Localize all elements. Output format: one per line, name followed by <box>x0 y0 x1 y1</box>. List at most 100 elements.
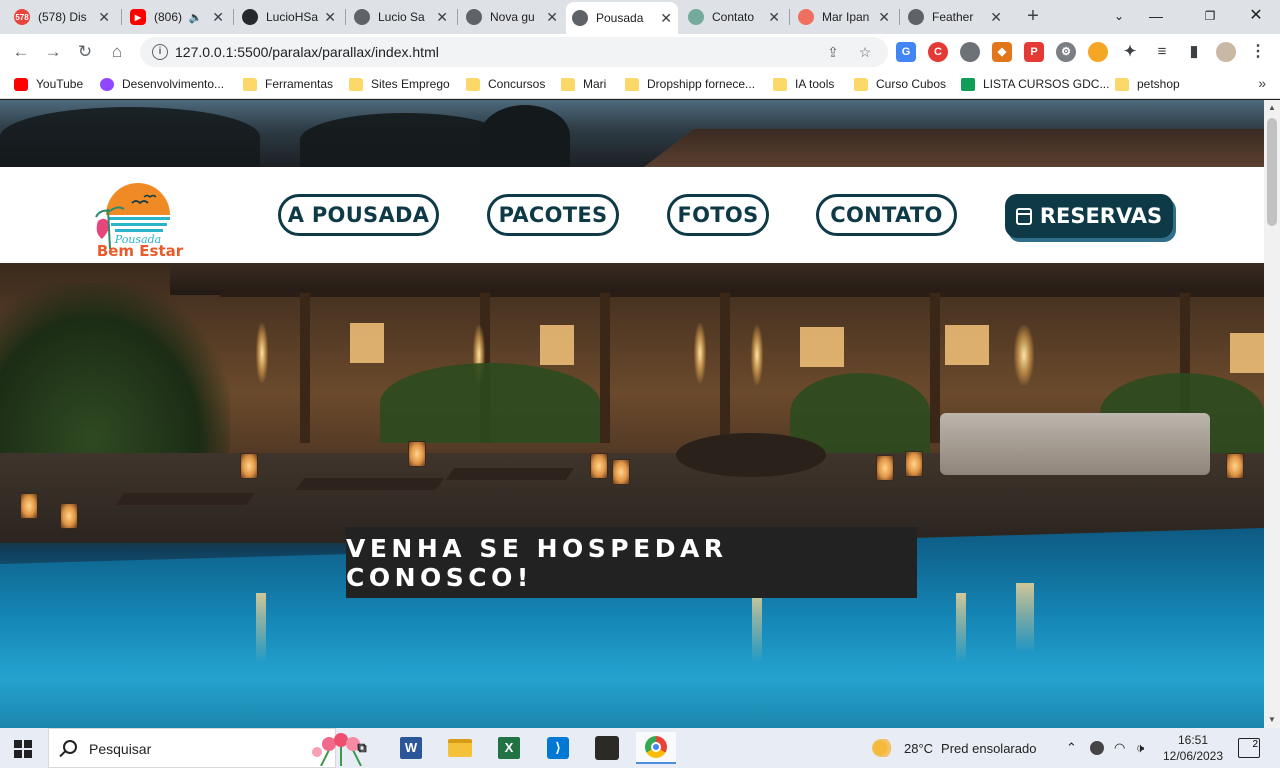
close-icon[interactable]: ✕ <box>768 9 780 26</box>
task-view-icon[interactable]: ⧉ <box>342 732 382 764</box>
volume-icon[interactable]: 🕩 <box>1136 728 1144 768</box>
close-icon[interactable]: ✕ <box>98 9 110 26</box>
tab-title: LucioHSa <box>266 10 319 24</box>
folder-icon <box>1115 77 1129 91</box>
notifications-icon[interactable]: 2 <box>1238 738 1260 758</box>
file-explorer-icon[interactable] <box>440 732 480 764</box>
folder-icon <box>561 77 575 91</box>
wifi-icon[interactable]: ◠ <box>1114 728 1125 768</box>
bookmark-item[interactable]: LISTA CURSOS GDC... <box>961 76 1109 92</box>
address-bar[interactable]: i 127.0.0.1:5500/paralax/parallax/index.… <box>140 37 888 67</box>
logo-line2: Bem Estar <box>97 242 184 259</box>
share-icon[interactable]: ⇪ <box>824 43 842 61</box>
metamask-extension-icon[interactable]: ◆ <box>992 42 1012 62</box>
close-icon[interactable]: ✕ <box>878 9 890 26</box>
scroll-up-icon[interactable]: ▲ <box>1264 100 1280 116</box>
bookmark-item[interactable]: YouTube <box>14 76 83 92</box>
reload-icon[interactable]: ↻ <box>73 40 97 64</box>
tab-search-icon[interactable]: ⌄ <box>1105 3 1133 29</box>
extensions-puzzle-icon[interactable]: ✦ <box>1120 42 1140 62</box>
nav-fotos[interactable]: FOTOS <box>667 194 769 236</box>
vscode-app-icon[interactable]: ⟩ <box>538 732 578 764</box>
page-scrollbar[interactable]: ▲ ▼ <box>1264 100 1280 728</box>
close-window-icon[interactable]: ✕ <box>1242 3 1270 29</box>
bookmark-folder[interactable]: IA tools <box>773 76 834 92</box>
bookmark-folder[interactable]: Ferramentas <box>243 76 333 92</box>
extension-icon[interactable]: C <box>928 42 948 62</box>
tab-title: Contato <box>712 10 755 24</box>
bookmark-folder[interactable]: Mari <box>561 76 606 92</box>
word-app-icon[interactable]: W <box>391 732 431 764</box>
browser-tab[interactable]: 578 (578) Dis ✕ <box>8 4 116 30</box>
browser-tab[interactable]: LucioHSa ✕ <box>236 4 342 30</box>
system-clock[interactable]: 16:51 12/06/2023 <box>1160 732 1226 764</box>
excel-app-icon[interactable]: X <box>489 732 529 764</box>
extension-icon[interactable] <box>960 42 980 62</box>
close-icon[interactable]: ✕ <box>660 10 672 27</box>
scroll-thumb[interactable] <box>1267 118 1277 226</box>
browser-tab[interactable]: ▶ (806) 🔈 ✕ <box>124 4 230 30</box>
extension-icon[interactable]: P <box>1024 42 1044 62</box>
browser-tab[interactable]: Nova gu ✕ <box>460 4 564 30</box>
bookmark-folder[interactable]: Curso Cubos <box>854 76 946 92</box>
speaker-icon[interactable]: 🔈 <box>189 11 203 24</box>
site-info-icon[interactable]: i <box>152 44 168 60</box>
clock-date: 12/06/2023 <box>1162 749 1224 763</box>
browser-tab[interactable]: Feather ✕ <box>902 4 1008 30</box>
nav-pacotes[interactable]: PACOTES <box>487 194 619 236</box>
clock-time: 16:51 <box>1177 733 1209 747</box>
app-icon[interactable] <box>587 732 627 764</box>
minimize-icon[interactable]: — <box>1142 3 1170 29</box>
folder-icon <box>466 77 480 91</box>
back-icon[interactable]: ← <box>9 40 33 64</box>
bookmark-folder[interactable]: Sites Emprego <box>349 76 450 92</box>
chevron-more-icon[interactable]: » <box>1258 75 1266 91</box>
chrome-app-icon[interactable] <box>636 732 676 764</box>
close-icon[interactable]: ✕ <box>436 9 448 26</box>
nav-contato[interactable]: CONTATO <box>816 194 957 236</box>
translate-extension-icon[interactable]: G <box>896 42 916 62</box>
bookmark-folder[interactable]: Dropshipp fornece... <box>625 76 755 92</box>
nav-a-pousada[interactable]: A POUSADA <box>278 194 439 236</box>
taskbar-search[interactable]: Pesquisar <box>48 728 362 768</box>
close-icon[interactable]: ✕ <box>212 9 224 26</box>
tab-title: Nova gu <box>490 10 535 24</box>
menu-kebab-icon[interactable]: ⋮ <box>1248 42 1268 62</box>
tab-title: (806) <box>154 10 183 24</box>
bookmark-folder[interactable]: Concursos <box>466 76 545 92</box>
browser-tab[interactable]: Mar Ipan ✕ <box>792 4 896 30</box>
close-icon[interactable]: ✕ <box>324 9 336 26</box>
browser-tab[interactable]: Lucio Sa ✕ <box>348 4 454 30</box>
folder-icon <box>854 77 868 91</box>
home-icon[interactable]: ⌂ <box>105 40 129 64</box>
scroll-down-icon[interactable]: ▼ <box>1264 712 1280 728</box>
browser-tab[interactable]: Contato ✕ <box>682 4 786 30</box>
bookmark-item[interactable]: Desenvolvimento... <box>100 76 224 92</box>
extension-icon[interactable] <box>1088 42 1108 62</box>
bookmark-folder[interactable]: petshop <box>1115 76 1180 92</box>
url-text[interactable]: 127.0.0.1:5500/paralax/parallax/index.ht… <box>175 44 439 60</box>
close-icon[interactable]: ✕ <box>546 9 558 26</box>
tab-title: Feather <box>932 10 974 24</box>
tray-overflow-icon[interactable]: ⌃ <box>1066 728 1077 768</box>
side-panel-icon[interactable]: ▮ <box>1184 42 1204 62</box>
parallax-background-top <box>0 100 1264 167</box>
weather-widget[interactable]: 28°C Pred ensolarado <box>872 728 1036 768</box>
weather-cloud-sun-icon <box>872 739 896 757</box>
new-tab-button[interactable]: + <box>1022 5 1044 27</box>
avatar[interactable] <box>1216 42 1236 62</box>
browser-tab-active[interactable]: Pousada ✕ <box>566 2 678 34</box>
weather-text: Pred ensolarado <box>941 740 1037 756</box>
bookmark-star-icon[interactable]: ☆ <box>856 43 874 61</box>
windows-start-icon[interactable] <box>14 740 32 758</box>
tray-app-icon[interactable] <box>1090 728 1104 768</box>
media-control-icon[interactable]: ≡ <box>1152 42 1172 62</box>
close-icon[interactable]: ✕ <box>990 9 1002 26</box>
reservas-button[interactable]: RESERVAS <box>1005 194 1173 238</box>
extension-icon[interactable]: ⚙ <box>1056 42 1076 62</box>
forward-icon[interactable]: → <box>41 40 65 64</box>
restore-icon[interactable]: ❐ <box>1196 3 1224 29</box>
site-favicon-icon <box>798 9 814 25</box>
site-header: Pousada Bem Estar A POUSADA PACOTES FOTO… <box>0 167 1264 263</box>
pousada-logo[interactable]: Pousada Bem Estar <box>92 173 184 260</box>
